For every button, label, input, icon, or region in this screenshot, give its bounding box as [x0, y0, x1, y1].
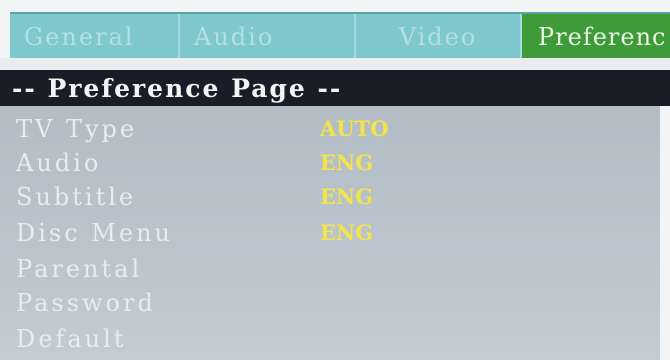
- tab-divider: [0, 58, 670, 70]
- tab-general-label: General: [24, 23, 135, 51]
- tab-video-label: Video: [398, 23, 478, 51]
- menu-item-label: TV Type: [16, 115, 138, 143]
- tab-preference[interactable]: Preferenc: [522, 14, 670, 60]
- menu-item-label: Subtitle: [16, 183, 137, 211]
- menu-item-value: AUTO: [320, 116, 389, 141]
- menu-item-audio[interactable]: Audio ENG: [0, 146, 660, 180]
- settings-panel: TV Type AUTO Audio ENG Subtitle ENG Disc…: [0, 106, 660, 360]
- tab-preference-label: Preferenc: [538, 23, 667, 51]
- menu-item-label: Parental: [16, 255, 143, 283]
- menu-item-default[interactable]: Default: [0, 322, 660, 356]
- menu-item-tv-type[interactable]: TV Type AUTO: [0, 112, 660, 146]
- menu-item-parental[interactable]: Parental: [0, 252, 660, 286]
- tab-video[interactable]: Video: [356, 14, 522, 60]
- menu-item-label: Disc Menu: [16, 219, 173, 247]
- menu-item-password[interactable]: Password: [0, 286, 660, 320]
- menu-item-value: ENG: [320, 150, 374, 175]
- menu-item-subtitle[interactable]: Subtitle ENG: [0, 180, 660, 214]
- menu-item-label: Default: [16, 325, 127, 353]
- menu-item-disc-menu[interactable]: Disc Menu ENG: [0, 216, 660, 250]
- dvd-setup-menu: General Audio Video Preferenc -- Prefere…: [0, 0, 670, 360]
- menu-item-value: ENG: [320, 184, 374, 209]
- tab-audio[interactable]: Audio: [180, 14, 356, 60]
- tab-bar: General Audio Video Preferenc: [10, 12, 670, 60]
- page-title-bar: -- Preference Page --: [0, 70, 670, 106]
- tab-general[interactable]: General: [10, 14, 180, 60]
- menu-item-label: Audio: [16, 149, 102, 177]
- tab-audio-label: Audio: [194, 23, 275, 51]
- page-title: -- Preference Page --: [12, 73, 343, 103]
- menu-item-value: ENG: [320, 220, 374, 245]
- menu-item-label: Password: [16, 289, 156, 317]
